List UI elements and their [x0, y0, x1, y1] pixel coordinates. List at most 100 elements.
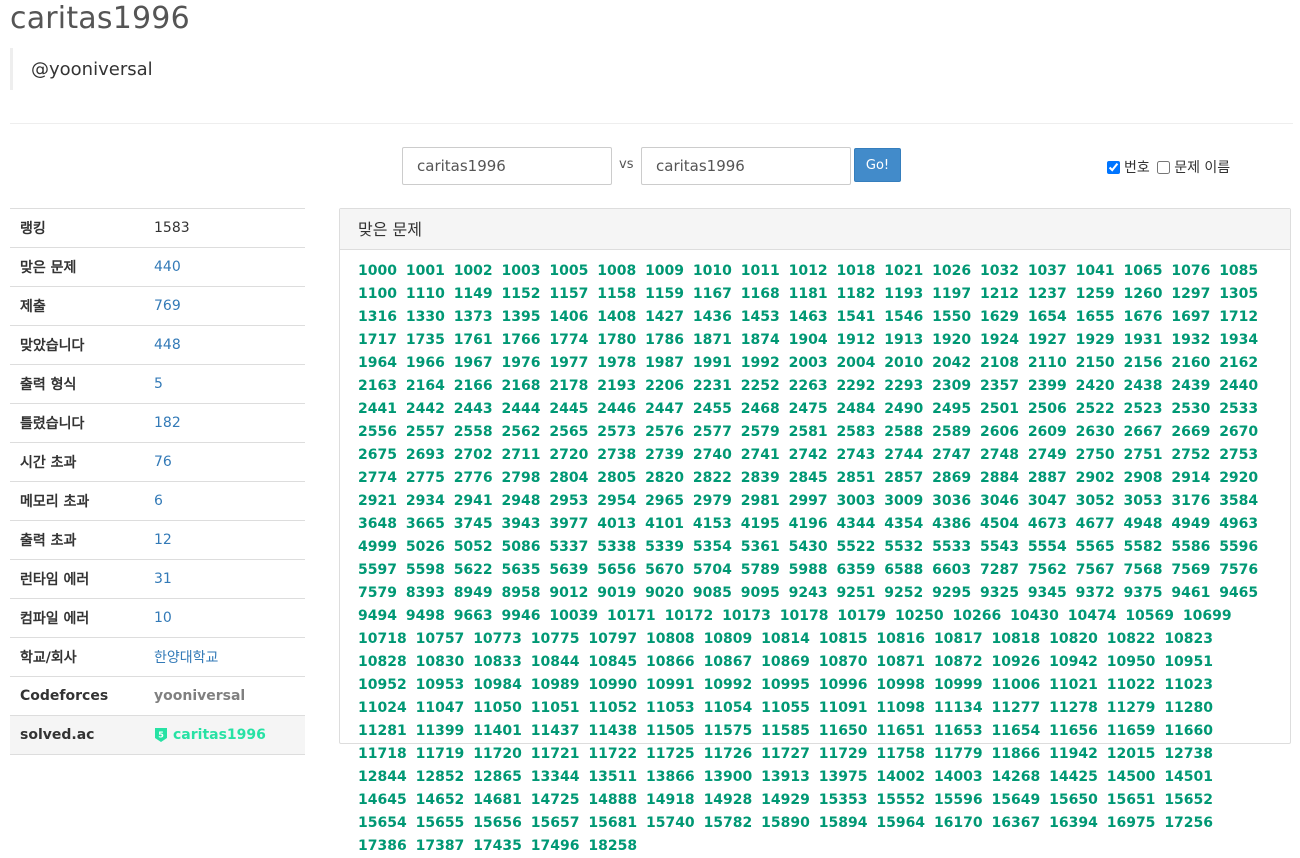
problem-link[interactable]: 2583 [836, 424, 875, 440]
problem-link[interactable]: 2920 [1219, 470, 1258, 486]
problem-link[interactable]: 9946 [502, 608, 541, 624]
problem-link[interactable]: 1159 [645, 286, 684, 302]
problem-link[interactable]: 11024 [358, 700, 407, 716]
problem-link[interactable]: 2293 [884, 378, 923, 394]
show-title-checkbox[interactable] [1157, 160, 1171, 174]
problem-link[interactable]: 5597 [358, 562, 397, 578]
problem-link[interactable]: 2747 [932, 447, 971, 463]
problem-link[interactable]: 1076 [1171, 263, 1210, 279]
solvedac-handle[interactable]: caritas1996 [173, 727, 266, 743]
problem-link[interactable]: 11050 [473, 700, 522, 716]
problem-link[interactable]: 2741 [741, 447, 780, 463]
problem-link[interactable]: 14003 [934, 769, 983, 785]
problem-link[interactable]: 2908 [1124, 470, 1163, 486]
problem-link[interactable]: 4963 [1219, 516, 1258, 532]
problem-link[interactable]: 1149 [454, 286, 493, 302]
problem-link[interactable]: 2042 [932, 355, 971, 371]
problem-link[interactable]: 2108 [980, 355, 1019, 371]
problem-link[interactable]: 2667 [1124, 424, 1163, 440]
problem-link[interactable]: 13900 [704, 769, 753, 785]
problem-link[interactable]: 3009 [884, 493, 923, 509]
problem-link[interactable]: 10871 [876, 654, 925, 670]
problem-link[interactable]: 5635 [502, 562, 541, 578]
problem-link[interactable]: 3176 [1171, 493, 1210, 509]
problem-link[interactable]: 2166 [454, 378, 493, 394]
problem-link[interactable]: 1026 [932, 263, 971, 279]
problem-link[interactable]: 10820 [1049, 631, 1098, 647]
problem-link[interactable]: 2948 [502, 493, 541, 509]
problem-link[interactable]: 10797 [588, 631, 637, 647]
problem-link[interactable]: 2523 [1124, 401, 1163, 417]
problem-link[interactable]: 2775 [406, 470, 445, 486]
problem-link[interactable]: 14929 [761, 792, 810, 808]
problem-link[interactable]: 15552 [876, 792, 925, 808]
problem-link[interactable]: 2579 [741, 424, 780, 440]
problem-link[interactable]: 11281 [358, 723, 407, 739]
problem-link[interactable]: 11653 [934, 723, 983, 739]
problem-link[interactable]: 2965 [645, 493, 684, 509]
problem-link[interactable]: 10039 [549, 608, 598, 624]
problem-link[interactable]: 2168 [502, 378, 541, 394]
problem-link[interactable]: 9243 [789, 585, 828, 601]
problem-link[interactable]: 11505 [646, 723, 695, 739]
problem-link[interactable]: 2981 [741, 493, 780, 509]
stats-value[interactable]: 10 [154, 610, 172, 626]
problem-link[interactable]: 2589 [932, 424, 971, 440]
problem-link[interactable]: 14918 [646, 792, 695, 808]
problem-link[interactable]: 1406 [549, 309, 588, 325]
problem-link[interactable]: 2884 [980, 470, 1019, 486]
problem-link[interactable]: 11006 [992, 677, 1041, 693]
problem-link[interactable]: 1193 [884, 286, 923, 302]
problem-link[interactable]: 1168 [741, 286, 780, 302]
problem-link[interactable]: 10998 [876, 677, 925, 693]
problem-link[interactable]: 2420 [1076, 378, 1115, 394]
problem-link[interactable]: 2501 [980, 401, 1019, 417]
problem-link[interactable]: 13511 [588, 769, 637, 785]
problem-link[interactable]: 5026 [406, 539, 445, 555]
stats-value[interactable]: 12 [154, 532, 172, 548]
problem-link[interactable]: 10699 [1183, 608, 1232, 624]
problem-link[interactable]: 15654 [358, 815, 407, 831]
problem-link[interactable]: 1655 [1076, 309, 1115, 325]
user2-input[interactable] [641, 147, 851, 185]
problem-link[interactable]: 2742 [789, 447, 828, 463]
problem-link[interactable]: 1037 [1028, 263, 1067, 279]
problem-link[interactable]: 10951 [1164, 654, 1213, 670]
problem-link[interactable]: 2442 [406, 401, 445, 417]
problem-link[interactable]: 2162 [1219, 355, 1258, 371]
problem-link[interactable]: 10430 [1010, 608, 1059, 624]
problem-link[interactable]: 7576 [1219, 562, 1258, 578]
problem-link[interactable]: 2530 [1171, 401, 1210, 417]
problem-link[interactable]: 1002 [454, 263, 493, 279]
problem-link[interactable]: 2438 [1124, 378, 1163, 394]
problem-link[interactable]: 2506 [1028, 401, 1067, 417]
stats-value[interactable]: 76 [154, 454, 172, 470]
problem-link[interactable]: 10984 [473, 677, 522, 693]
problem-link[interactable]: 14652 [416, 792, 465, 808]
problem-link[interactable]: 10773 [473, 631, 522, 647]
problem-link[interactable]: 10872 [934, 654, 983, 670]
problem-link[interactable]: 14425 [1049, 769, 1098, 785]
problem-link[interactable]: 5533 [932, 539, 971, 555]
problem-link[interactable]: 3665 [406, 516, 445, 532]
stats-value[interactable]: 한양대학교 [154, 647, 218, 667]
problem-link[interactable]: 1676 [1124, 309, 1163, 325]
problem-link[interactable]: 1735 [406, 332, 445, 348]
problem-link[interactable]: 15353 [819, 792, 868, 808]
problem-link[interactable]: 2921 [358, 493, 397, 509]
problem-link[interactable]: 15890 [761, 815, 810, 831]
problem-link[interactable]: 1436 [693, 309, 732, 325]
problem-link[interactable]: 11053 [646, 700, 695, 716]
problem-link[interactable]: 10816 [876, 631, 925, 647]
stats-value[interactable]: 6 [154, 493, 163, 509]
problem-link[interactable]: 9494 [358, 608, 397, 624]
problem-link[interactable]: 9251 [836, 585, 875, 601]
problem-link[interactable]: 1929 [1076, 332, 1115, 348]
problem-link[interactable]: 14500 [1107, 769, 1156, 785]
problem-link[interactable]: 11660 [1164, 723, 1213, 739]
problem-link[interactable]: 2902 [1076, 470, 1115, 486]
problem-link[interactable]: 5704 [693, 562, 732, 578]
problem-link[interactable]: 1010 [693, 263, 732, 279]
problem-link[interactable]: 1786 [645, 332, 684, 348]
problem-link[interactable]: 11654 [992, 723, 1041, 739]
